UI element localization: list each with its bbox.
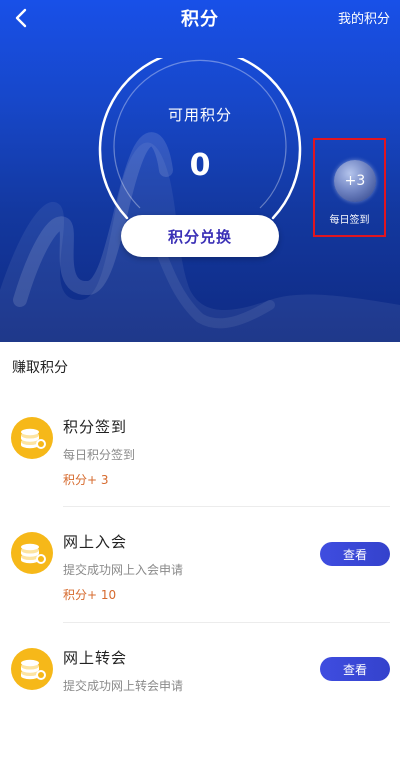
divider bbox=[63, 506, 390, 507]
task-title: 网上入会 bbox=[63, 533, 128, 551]
coin-stack-icon bbox=[11, 417, 53, 459]
my-points-link[interactable]: 我的积分 bbox=[338, 8, 390, 27]
task-title: 网上转会 bbox=[63, 649, 128, 667]
view-button[interactable]: 查看 bbox=[320, 657, 390, 681]
task-item-online-join: 网上入会 提交成功网上入会申请 积分+ 10 查看 bbox=[0, 525, 400, 643]
task-item-online-transfer: 网上转会 提交成功网上转会申请 查看 bbox=[0, 641, 400, 759]
task-reward: 积分+ 3 bbox=[63, 473, 109, 487]
points-hero: 积分 我的积分 可用积分 0 积分兑换 +3 每日签到 bbox=[0, 0, 400, 342]
task-description: 提交成功网上入会申请 bbox=[63, 563, 184, 577]
task-reward: 积分+ 10 bbox=[63, 588, 117, 602]
task-title: 积分签到 bbox=[63, 418, 128, 436]
task-item-checkin: 积分签到 每日积分签到 积分+ 3 bbox=[0, 410, 400, 528]
earn-points-section-title: 赚取积分 bbox=[12, 360, 68, 376]
points-gauge-ring bbox=[98, 58, 302, 220]
available-points-value: 0 bbox=[189, 148, 211, 183]
divider bbox=[63, 622, 390, 623]
coin-stack-icon bbox=[11, 648, 53, 690]
points-exchange-button[interactable]: 积分兑换 bbox=[121, 215, 279, 257]
view-button[interactable]: 查看 bbox=[320, 542, 390, 566]
task-description: 提交成功网上转会申请 bbox=[63, 679, 184, 693]
task-description: 每日积分签到 bbox=[63, 448, 136, 462]
daily-checkin-button[interactable]: +3 bbox=[334, 160, 376, 202]
daily-checkin-label: 每日签到 bbox=[329, 215, 370, 226]
daily-checkin-badge: +3 bbox=[344, 173, 366, 189]
available-points-label: 可用积分 bbox=[167, 106, 232, 124]
coin-stack-icon bbox=[11, 532, 53, 574]
